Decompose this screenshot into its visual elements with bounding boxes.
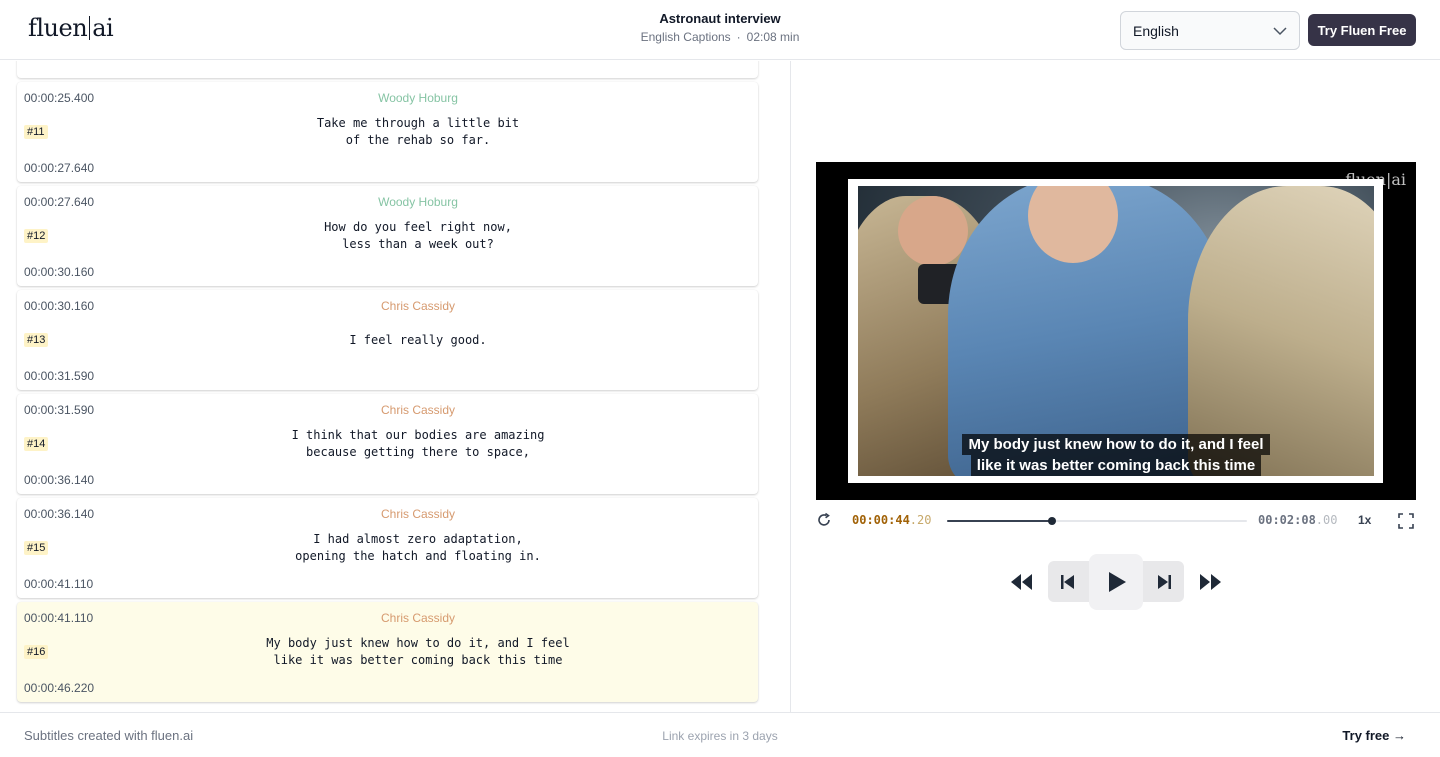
subtitle-speaker[interactable]: Chris Cassidy: [17, 611, 790, 625]
player-controls: 00:00:44.20 00:02:08.00 1x: [816, 508, 1416, 534]
subtitle-end-time[interactable]: 00:00:27.640: [24, 161, 94, 175]
subtitle-end-time[interactable]: 00:00:30.160: [24, 265, 94, 279]
fullscreen-icon[interactable]: [1398, 513, 1414, 529]
subtitle-text[interactable]: I feel really good.: [17, 332, 790, 349]
video-caption: My body just knew how to do it, and I fe…: [816, 434, 1416, 476]
project-title: Astronaut interview: [659, 11, 781, 26]
subtitle-text-line[interactable]: opening the hatch and floating in.: [295, 549, 541, 563]
subtitle-card[interactable]: 00:00:25.400 Woody Hoburg #11 Take me throu…: [17, 82, 758, 182]
captions-label: English Captions: [640, 30, 731, 44]
duration-frac: .00: [1315, 513, 1338, 527]
link-expiry-notice: Link expires in 3 days: [662, 729, 778, 743]
subtitle-card[interactable]: 00:00:41.110 Chris Cassidy #16 My body just…: [17, 602, 758, 702]
separator-dot: ·: [736, 30, 741, 44]
current-time-main: 00:00:44: [852, 513, 910, 527]
video-watermark: fluen|ai: [1345, 170, 1406, 189]
logo-text-left: fluen: [28, 14, 88, 42]
subtitle-text[interactable]: My body just knew how to do it, and I fe…: [17, 635, 790, 669]
subtitle-speaker[interactable]: Woody Hoburg: [17, 91, 790, 105]
app-footer: Subtitles created with fluen.ai Link exp…: [0, 712, 1440, 757]
astronaut-left-face: [898, 196, 968, 266]
duration-main: 00:02:08: [1258, 513, 1316, 527]
replay-icon[interactable]: [816, 512, 832, 528]
chevron-down-icon: [1273, 26, 1287, 35]
current-time: 00:00:44.20: [852, 513, 931, 527]
current-time-frac: .20: [909, 513, 932, 527]
subtitle-end-time[interactable]: 00:00:36.140: [24, 473, 94, 487]
subtitle-text-line[interactable]: Take me through a little bit: [317, 116, 519, 130]
project-info: Astronaut interview English Captions · 02:…: [520, 11, 920, 44]
subtitle-speaker[interactable]: Chris Cassidy: [17, 299, 790, 313]
subtitle-speaker[interactable]: Woody Hoburg: [17, 195, 790, 209]
subtitle-card[interactable]: 00:00:36.140 Chris Cassidy #15 I had almost…: [17, 498, 758, 598]
logo-divider: [89, 16, 91, 40]
footer-credit: Subtitles created with fluen.ai: [24, 728, 194, 743]
subtitle-text-line[interactable]: less than a week out?: [342, 237, 494, 251]
play-icon[interactable]: [1106, 570, 1128, 594]
subtitle-end-time[interactable]: 00:00:46.220: [24, 681, 94, 695]
subtitle-text-line[interactable]: because getting there to space,: [306, 445, 530, 459]
logo-text-right: ai: [92, 14, 114, 42]
next-subtitle-icon[interactable]: [1156, 572, 1172, 592]
subtitle-text-line[interactable]: My body just knew how to do it, and I fe…: [266, 636, 569, 650]
total-duration: 00:02:08.00: [1258, 513, 1337, 527]
subtitle-speaker[interactable]: Chris Cassidy: [17, 403, 790, 417]
subtitle-text[interactable]: I had almost zero adaptation, opening the…: [17, 531, 790, 565]
subtitle-card[interactable]: 00:00:31.590 Chris Cassidy #14 I think that…: [17, 394, 758, 494]
caption-line-1: My body just knew how to do it, and I fe…: [962, 434, 1270, 455]
subtitle-card[interactable]: 00:00:27.640 Woody Hoburg #12 How do you fe…: [17, 186, 758, 286]
subtitle-end-time[interactable]: 00:00:41.110: [24, 577, 93, 591]
caption-line-2: like it was better coming back this time: [970, 455, 1262, 476]
seek-bar[interactable]: [947, 517, 1247, 525]
seek-bar-progress: [947, 520, 1052, 522]
previous-subtitle-icon[interactable]: [1060, 572, 1076, 592]
subtitle-text[interactable]: I think that our bodies are amazing becau…: [17, 427, 790, 461]
try-free-link[interactable]: Try free →: [1342, 728, 1406, 743]
app-header: fluen ai Astronaut interview English Capt…: [0, 0, 1440, 60]
fluen-logo[interactable]: fluen ai: [28, 14, 114, 42]
subtitle-list[interactable]: 00:00:25.400 Woody Hoburg #11 Take me throu…: [0, 61, 791, 712]
subtitle-text-line[interactable]: like it was better coming back this time: [274, 653, 563, 667]
subtitle-text-line[interactable]: I had almost zero adaptation,: [313, 532, 523, 546]
subtitle-text-line[interactable]: I feel really good.: [349, 333, 486, 347]
subtitle-text-line[interactable]: of the rehab so far.: [346, 133, 491, 147]
fast-forward-icon[interactable]: [1198, 572, 1222, 592]
try-fluen-free-button[interactable]: Try Fluen Free: [1308, 14, 1416, 46]
subtitle-card[interactable]: 00:00:30.160 Chris Cassidy #13 I feel reall…: [17, 290, 758, 390]
video-player[interactable]: fluen|ai My body just knew how to do it,…: [816, 162, 1416, 500]
subtitle-end-time[interactable]: 00:00:31.590: [24, 369, 94, 383]
subtitle-card-partial[interactable]: [17, 61, 758, 78]
language-select[interactable]: English: [1120, 11, 1300, 50]
video-scene: [858, 186, 1374, 476]
rewind-icon[interactable]: [1010, 572, 1034, 592]
astronaut-right: [1188, 186, 1374, 476]
project-subtitle: English Captions · 02:08 min: [520, 30, 920, 44]
subtitle-text[interactable]: How do you feel right now, less than a we…: [17, 219, 790, 253]
seek-bar-handle[interactable]: [1048, 517, 1056, 525]
subtitle-text-line[interactable]: I think that our bodies are amazing: [292, 428, 545, 442]
transport-controls: [1000, 554, 1232, 610]
subtitle-speaker[interactable]: Chris Cassidy: [17, 507, 790, 521]
subtitle-text[interactable]: Take me through a little bit of the rehab…: [17, 115, 790, 149]
duration-label: 02:08 min: [746, 30, 800, 44]
subtitle-text-line[interactable]: How do you feel right now,: [324, 220, 512, 234]
playback-speed-button[interactable]: 1x: [1358, 513, 1371, 527]
language-value: English: [1133, 22, 1179, 39]
